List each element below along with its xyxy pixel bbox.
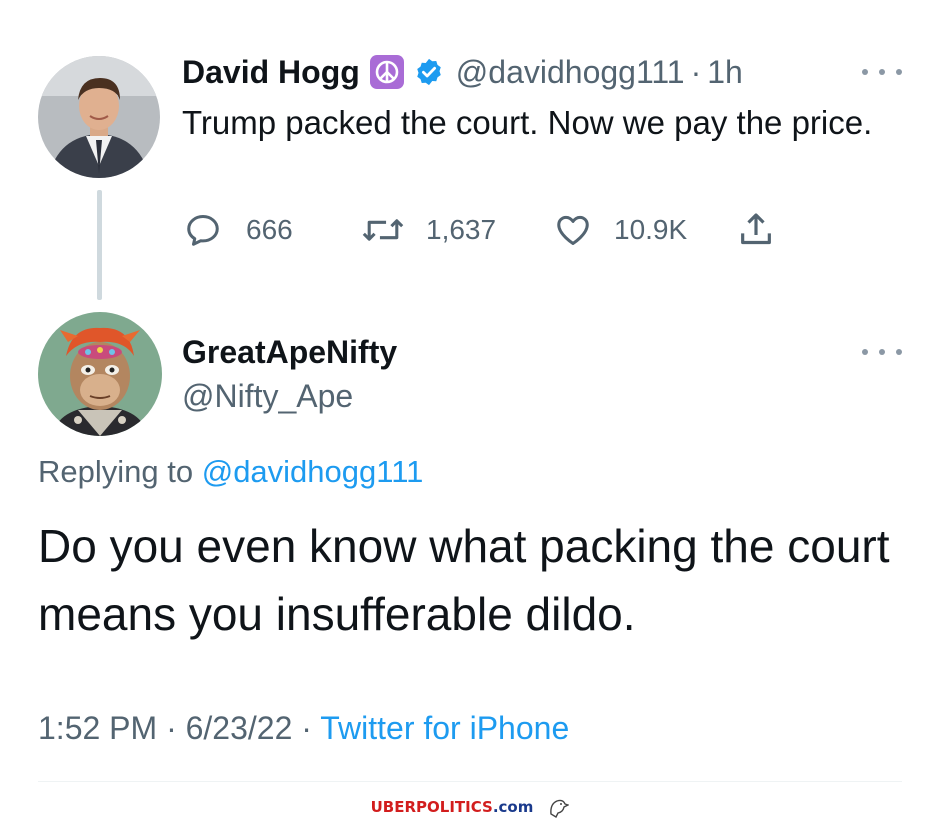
thread-connector-line — [97, 190, 102, 300]
reply-action[interactable]: 666 — [184, 210, 293, 250]
watermark-part-com: .com — [492, 798, 534, 816]
tweet2-more-options-icon[interactable] — [862, 342, 902, 362]
retweet-count: 1,637 — [426, 214, 497, 245]
tweet2-text: Do you even know what packing the court … — [38, 520, 890, 640]
tweet-metadata: 1:52 PM · 6/23/22 · Twitter for iPhone — [38, 710, 569, 747]
david-hogg-avatar[interactable] — [38, 56, 160, 178]
replying-to-label: Replying to — [38, 454, 194, 489]
like-icon — [557, 215, 589, 245]
tweet-date[interactable]: 6/23/22 — [186, 710, 293, 746]
replying-to-line: Replying to @davidhogg111 — [38, 454, 423, 490]
meta-separator-1: · — [166, 710, 177, 746]
tweet1-author-name[interactable]: David Hogg — [182, 54, 360, 91]
great-ape-nifty-avatar[interactable] — [38, 312, 162, 436]
tweet1-text: Trump packed the court. Now we pay the p… — [182, 104, 873, 141]
tweet1-handle[interactable]: @davidhogg111 — [456, 54, 685, 91]
tweet-source-link[interactable]: Twitter for iPhone — [320, 710, 569, 746]
watermark-part-politics: POLITICS — [416, 798, 493, 816]
retweet-icon — [362, 219, 404, 241]
tweet1-time-ago[interactable]: 1h — [707, 54, 743, 91]
uberpolitics-watermark: UBER POLITICS .com — [0, 796, 940, 818]
verified-badge-icon — [414, 57, 444, 87]
reply-icon — [187, 215, 219, 246]
watermark-part-uber: UBER — [370, 798, 417, 816]
tweet2-author-name[interactable]: GreatApeNifty — [182, 334, 397, 371]
meta-separator-2: · — [301, 710, 312, 746]
like-action[interactable]: 10.9K — [554, 210, 687, 250]
tweet2-handle[interactable]: @Nifty_Ape — [182, 378, 353, 415]
reply-count: 666 — [246, 214, 293, 245]
tweet1-header: David Hogg @davidhogg111 · 1h — [182, 52, 743, 92]
share-action[interactable] — [736, 210, 790, 250]
share-icon — [741, 213, 771, 245]
replying-to-handle-link[interactable]: @davidhogg111 — [202, 454, 424, 489]
tweet1-more-options-icon[interactable] — [862, 62, 902, 82]
tweet1-separator: · — [690, 53, 702, 90]
peace-symbol-icon — [369, 55, 404, 89]
eagle-logo-icon — [547, 796, 570, 818]
retweet-action[interactable]: 1,637 — [360, 210, 496, 250]
like-count: 10.9K — [614, 214, 688, 245]
tweet-time[interactable]: 1:52 PM — [38, 710, 157, 746]
divider — [38, 781, 902, 782]
